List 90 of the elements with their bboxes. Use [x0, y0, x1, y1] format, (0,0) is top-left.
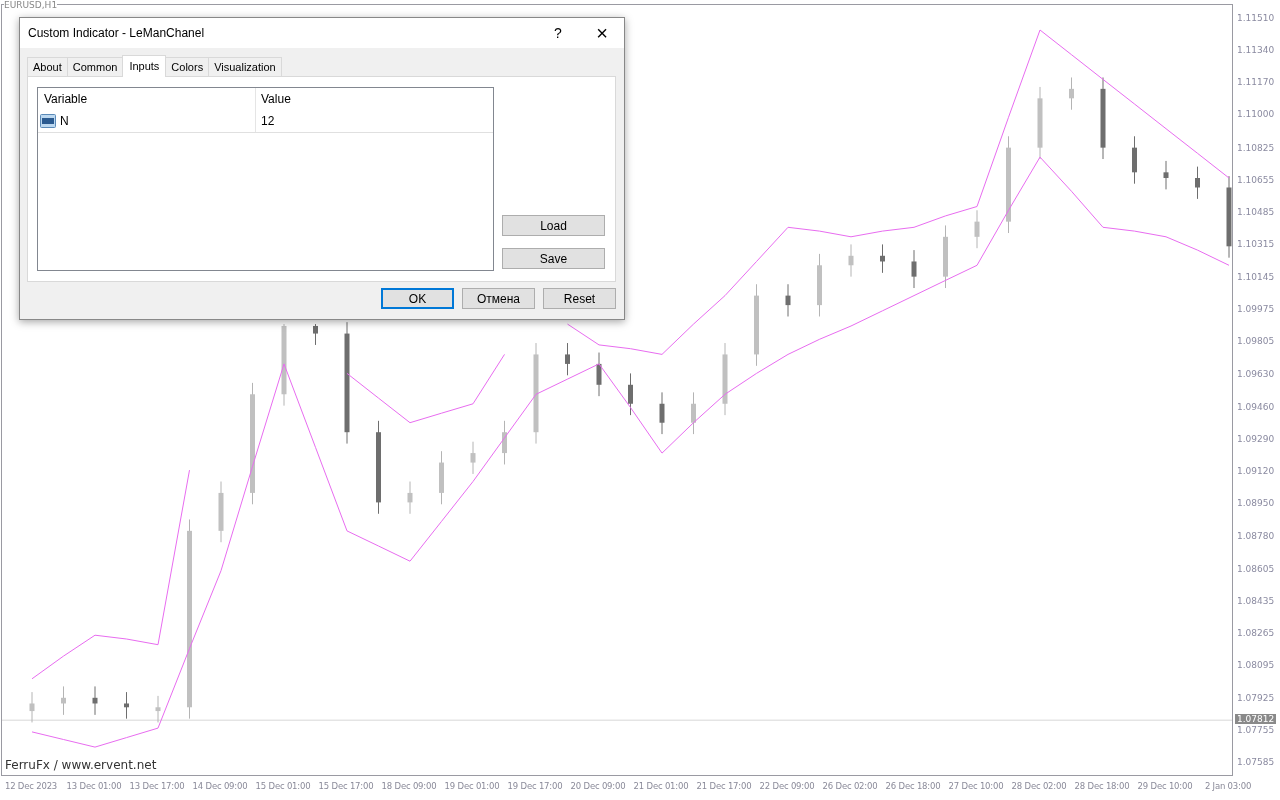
help-button[interactable]: ?	[536, 18, 580, 48]
candlestick	[659, 391, 665, 435]
time-axis-label: 26 Dec 18:00	[885, 781, 941, 791]
time-axis-label: 18 Dec 09:00	[381, 781, 437, 791]
dialog-title: Custom Indicator - LeManChanel	[28, 26, 206, 40]
candlestick	[565, 342, 570, 376]
tab[interactable]: Inputs	[122, 55, 167, 77]
price-axis-label: 1.07755	[1237, 725, 1275, 735]
candlestick	[61, 685, 66, 716]
price-axis-label: 1.09290	[1237, 433, 1275, 444]
price-axis-label: 1.08950	[1237, 498, 1275, 509]
candlestick	[817, 253, 822, 317]
candlestick	[1069, 76, 1074, 111]
candlestick	[1132, 135, 1137, 185]
candlestick	[29, 691, 35, 723]
price-axis-label: 1.10485	[1237, 207, 1275, 218]
dialog-button[interactable]: Отмена	[462, 288, 535, 309]
candlestick	[943, 224, 948, 289]
candlestick	[313, 323, 318, 346]
price-axis-label: 1.08095	[1237, 660, 1275, 671]
close-button[interactable]: ×	[580, 18, 624, 48]
time-axis-label: 13 Dec 01:00	[66, 781, 122, 791]
time-axis-label: 19 Dec 17:00	[507, 781, 563, 791]
candlestick	[1195, 166, 1200, 200]
column-header: Value	[260, 91, 292, 108]
current-price-label: 1.07812	[1235, 714, 1277, 725]
chart-label: FerruFx / www.ervent.net	[5, 758, 157, 772]
time-axis-label: 14 Dec 09:00	[192, 781, 248, 791]
side-button[interactable]: Save	[502, 248, 605, 269]
time-axis-label: 2 Jan 03:00	[1204, 781, 1252, 791]
chart-symbol-label: EURUSD,H1	[4, 0, 58, 10]
time-axis-label: 20 Dec 09:00	[570, 781, 626, 791]
price-axis-label: 1.09460	[1237, 401, 1275, 412]
time-axis-label: 27 Dec 10:00	[948, 781, 1004, 791]
candlestick	[974, 209, 980, 249]
table-cell: N	[60, 114, 69, 128]
candlestick	[880, 243, 885, 274]
price-axis-label: 1.07585	[1237, 757, 1275, 768]
time-axis-label: 21 Dec 17:00	[696, 781, 752, 791]
candlestick	[470, 441, 476, 475]
column-header: Variable	[38, 88, 256, 110]
price-axis-label: 1.11510	[1237, 12, 1275, 23]
price-axis-label: 1.08780	[1237, 530, 1275, 541]
number-type-icon	[40, 113, 56, 129]
candlestick	[596, 352, 602, 397]
time-axis-label: 19 Dec 01:00	[444, 781, 500, 791]
candlestick	[92, 685, 98, 716]
price-axis-label: 1.09120	[1237, 466, 1275, 477]
time-axis-label: 15 Dec 01:00	[255, 781, 311, 791]
time-axis-label: 26 Dec 02:00	[822, 781, 878, 791]
time-axis-label: 12 Dec 2023	[4, 781, 58, 791]
dialog-button[interactable]: OK	[381, 288, 454, 309]
candlestick	[911, 249, 917, 289]
price-axis-label: 1.07925	[1237, 692, 1275, 703]
time-axis-label: 15 Dec 17:00	[318, 781, 374, 791]
price-axis-label: 1.10655	[1237, 174, 1275, 185]
price-axis-label: 1.08265	[1237, 628, 1275, 639]
tab[interactable]: About	[27, 57, 68, 76]
candlestick	[439, 450, 444, 505]
candlestick	[848, 243, 854, 278]
time-axis-label: 28 Dec 18:00	[1074, 781, 1130, 791]
price-axis-label: 1.11000	[1237, 109, 1275, 120]
table-cell-text: 12	[260, 113, 276, 130]
price-axis-label: 1.10315	[1237, 239, 1275, 250]
time-axis-label: 13 Dec 17:00	[129, 781, 185, 791]
price-axis-label: 1.10145	[1237, 271, 1275, 282]
price-axis-label: 1.11340	[1237, 44, 1275, 55]
time-axis-label: 29 Dec 10:00	[1137, 781, 1193, 791]
dialog-button[interactable]: Reset	[543, 288, 616, 309]
candlestick	[407, 481, 413, 515]
candlestick	[218, 481, 224, 543]
price-axis-label: 1.09630	[1237, 369, 1275, 380]
candlestick	[628, 372, 633, 416]
price-axis-label: 1.08605	[1237, 563, 1275, 574]
price-axis-label: 1.10825	[1237, 142, 1275, 153]
side-button[interactable]: Load	[502, 215, 605, 236]
time-axis-label: 28 Dec 02:00	[1011, 781, 1067, 791]
time-axis-label: 21 Dec 01:00	[633, 781, 689, 791]
candlestick	[124, 691, 129, 720]
candlestick	[1163, 160, 1169, 190]
candlestick	[155, 695, 161, 723]
tab[interactable]: Visualization	[208, 57, 282, 76]
price-axis-label: 1.09975	[1237, 303, 1275, 314]
candlestick	[691, 391, 696, 435]
price-axis-label: 1.09805	[1237, 336, 1275, 347]
time-axis-label: 22 Dec 09:00	[759, 781, 815, 791]
candlestick	[502, 420, 507, 465]
price-axis-label: 1.08435	[1237, 596, 1275, 606]
candlestick	[785, 283, 791, 317]
price-axis-label: 1.11170	[1237, 77, 1275, 88]
